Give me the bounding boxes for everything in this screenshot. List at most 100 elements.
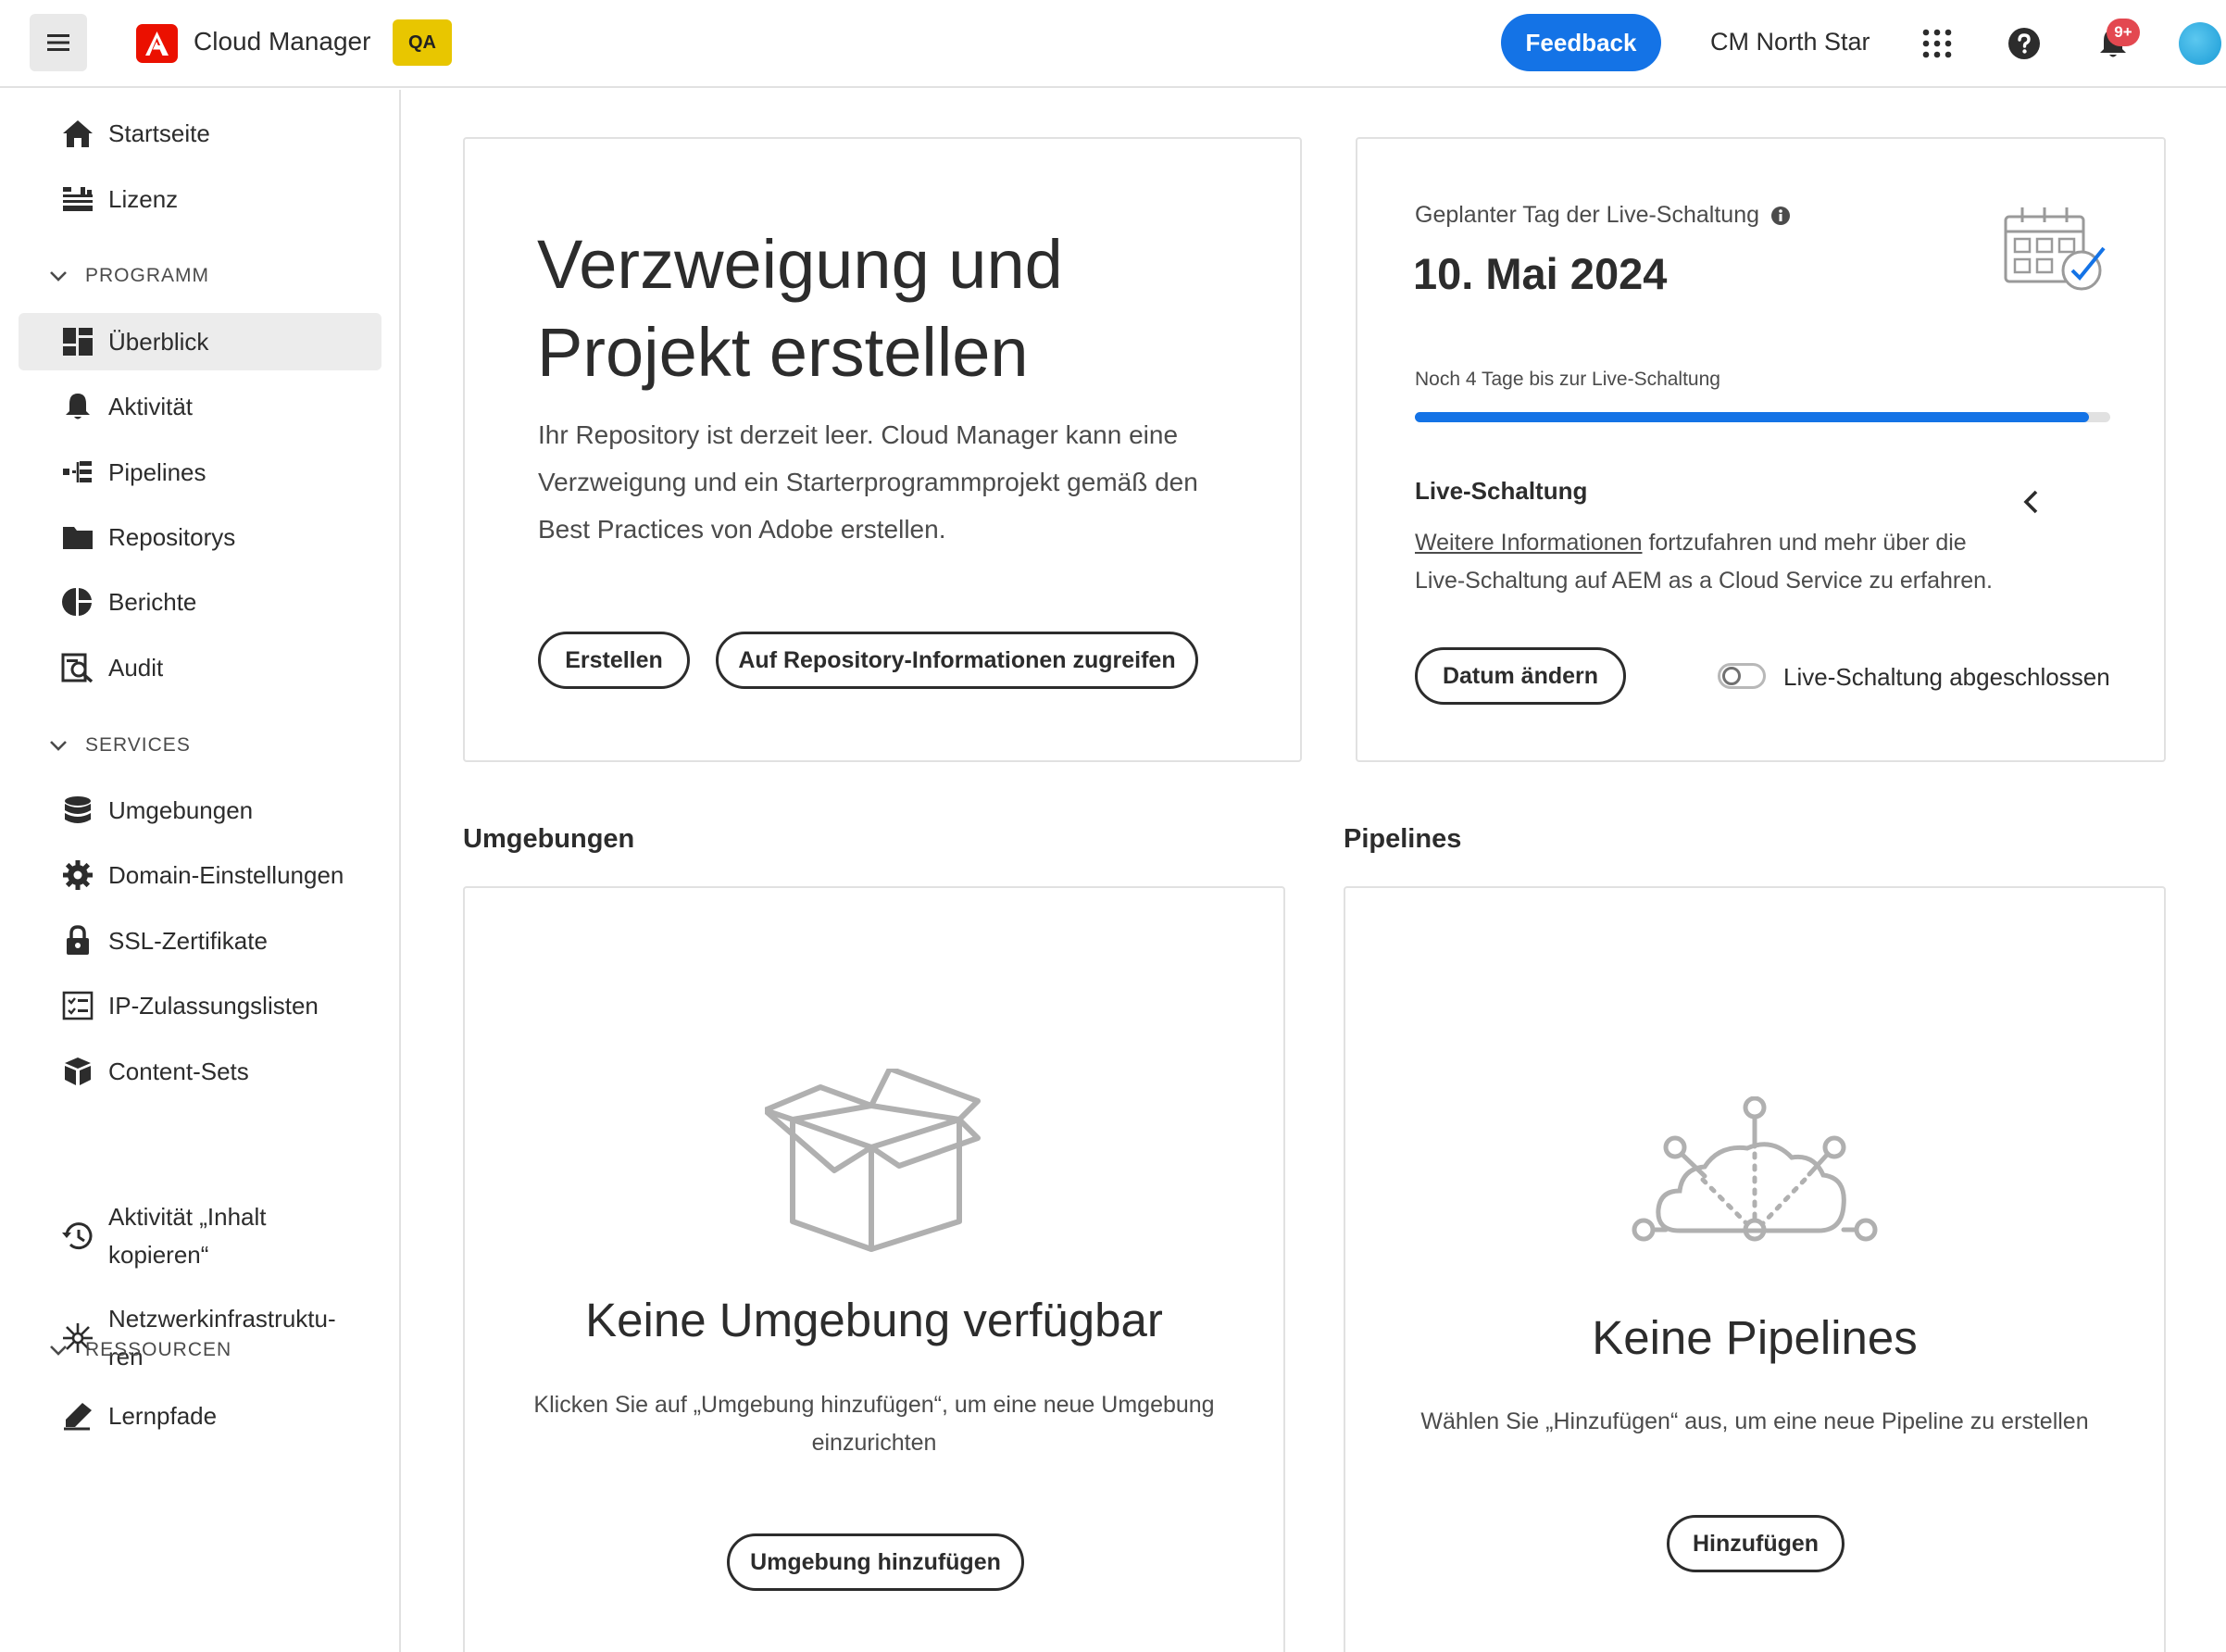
create-branch-card: Verzweigung und Projekt erstellen Ihr Re…	[463, 137, 1302, 762]
empty-pipelines-desc: Wählen Sie „Hinzufügen“ aus, um eine neu…	[1420, 1408, 2089, 1434]
sidebar-item-repositorys[interactable]: Repositorys	[19, 508, 381, 566]
toggle-knob	[1722, 667, 1741, 685]
sidebar-item-label: Content-Sets	[108, 1057, 249, 1085]
app-name[interactable]: Cloud Manager	[194, 27, 370, 56]
home-icon	[60, 116, 95, 151]
empty-pipelines-title: Keine Pipelines	[1592, 1311, 1918, 1364]
go-live-done-toggle[interactable]	[1718, 663, 1766, 689]
go-live-date-label: Geplanter Tag der Live-Schaltung	[1415, 202, 1791, 229]
cloud-pipeline-icon	[1632, 1096, 1878, 1242]
empty-environments-desc-line1: Klicken Sie auf „Umgebung hinzufügen“, u…	[533, 1392, 1215, 1418]
checklist-icon	[60, 988, 95, 1023]
change-date-button[interactable]: Datum ändern	[1415, 647, 1626, 705]
sidebar-item-ueberblick[interactable]: Überblick	[19, 313, 381, 370]
sidebar-item-domain-einstellungen[interactable]: Domain-Einstellungen	[19, 846, 381, 904]
go-live-progress-track	[1415, 412, 2110, 422]
sidebar-item-pipelines[interactable]: Pipelines	[19, 444, 381, 501]
card-description: Ihr Repository ist derzeit leer. Cloud M…	[538, 411, 1198, 553]
sidebar-item-ip-zulassungslisten[interactable]: IP-Zulassungslisten	[19, 977, 381, 1034]
lock-icon	[60, 923, 95, 958]
go-live-countdown: Noch 4 Tage bis zur Live-Schaltung	[1415, 369, 1720, 390]
learn-icon	[60, 1398, 95, 1433]
reports-icon	[60, 584, 95, 620]
pipelines-icon	[60, 455, 95, 490]
sidebar-item-umgebungen[interactable]: Umgebungen	[19, 782, 381, 839]
chevron-down-icon	[46, 733, 70, 757]
sidebar: Startseite Lizenz PROGRAMM Überblick Akt…	[0, 90, 401, 1652]
sidebar-item-label: Audit	[108, 653, 164, 682]
info-icon[interactable]	[1770, 206, 1791, 226]
add-environment-button[interactable]: Umgebung hinzufügen	[727, 1533, 1024, 1591]
sidebar-item-label: SSL-Zertifikate	[108, 926, 268, 955]
sidebar-item-label: Überblick	[108, 327, 209, 356]
feedback-button[interactable]: Feedback	[1501, 14, 1661, 71]
adobe-logo-icon[interactable]	[136, 24, 178, 63]
environment-badge: QA	[393, 19, 452, 66]
environments-section-title: Umgebungen	[463, 824, 635, 854]
sidebar-item-label: Repositorys	[108, 522, 236, 551]
boxes-icon	[60, 1054, 95, 1089]
section-title: PROGRAMM	[85, 265, 209, 286]
empty-environments-desc: Klicken Sie auf „Umgebung hinzufügen“, u…	[465, 1386, 1283, 1462]
chevron-down-icon	[46, 264, 70, 288]
go-live-label-text: Geplanter Tag der Live-Schaltung	[1415, 202, 1759, 228]
chevron-down-icon	[46, 1338, 70, 1362]
sidebar-item-lizenz[interactable]: Lizenz	[19, 170, 381, 228]
license-icon	[60, 181, 95, 217]
sidebar-item-label: Aktivität	[108, 392, 194, 420]
pipelines-section-title: Pipelines	[1344, 824, 1462, 854]
section-toggle-programm[interactable]: PROGRAMM	[46, 257, 209, 294]
sidebar-item-lernpfade[interactable]: Lernpfade	[19, 1387, 381, 1445]
menu-button[interactable]	[30, 14, 87, 71]
database-icon	[60, 793, 95, 828]
create-button[interactable]: Erstellen	[538, 632, 690, 689]
sidebar-item-inhalt-kopieren[interactable]: Aktivität „Inhalt kopieren“	[19, 1197, 381, 1275]
card-description-line1: Ihr Repository ist derzeit leer. Cloud M…	[538, 420, 1179, 449]
bell-icon	[60, 389, 95, 424]
empty-environments-title: Keine Umgebung verfügbar	[585, 1294, 1163, 1346]
card-title-line1: Verzweigung und	[537, 226, 1063, 303]
apps-grid-icon[interactable]	[1917, 23, 1957, 64]
org-switcher[interactable]: CM North Star	[1710, 28, 1870, 56]
sidebar-item-startseite[interactable]: Startseite	[19, 105, 381, 162]
calendar-check-icon	[2004, 207, 2106, 291]
go-live-section-title: Live-Schaltung	[1415, 477, 1588, 505]
top-bar: Cloud Manager QA Feedback CM North Star …	[0, 0, 2226, 88]
overview-icon	[60, 324, 95, 359]
empty-environments-desc-line2: einzurichten	[811, 1430, 937, 1456]
sidebar-item-ssl-zertifikate[interactable]: SSL-Zertifikate	[19, 912, 381, 970]
sidebar-item-label: Lizenz	[108, 184, 179, 213]
go-live-info-line1: Weitere Informationen fortzufahren und m…	[1415, 524, 1993, 562]
go-live-info: Weitere Informationen fortzufahren und m…	[1415, 524, 1993, 600]
card-description-line3: Best Practices von Adobe erstellen.	[538, 515, 946, 544]
empty-box-icon	[765, 1069, 981, 1252]
go-live-progress-fill	[1415, 412, 2090, 422]
sidebar-item-aktivitaet[interactable]: Aktivität	[19, 378, 381, 435]
card-description-line2: Verzweigung und ein Starterprogrammproje…	[538, 468, 1198, 496]
notification-count-badge: 9+	[2107, 19, 2140, 46]
card-title: Verzweigung und Projekt erstellen	[537, 220, 1063, 396]
more-info-link[interactable]: Weitere Informationen	[1415, 530, 1643, 556]
card-title-line2: Projekt erstellen	[537, 314, 1029, 391]
hamburger-icon	[47, 34, 69, 51]
sidebar-item-label: Pipelines	[108, 457, 206, 486]
repository-info-button[interactable]: Auf Repository-Informationen zugreifen	[716, 632, 1198, 689]
gear-icon	[60, 857, 95, 893]
chevron-left-icon[interactable]	[2021, 489, 2040, 515]
go-live-info-line2: Live-Schaltung auf AEM as a Cloud Servic…	[1415, 568, 1993, 594]
sidebar-item-berichte[interactable]: Berichte	[19, 573, 381, 631]
sidebar-item-label: Startseite	[108, 119, 210, 147]
section-toggle-services[interactable]: SERVICES	[46, 727, 191, 764]
help-icon[interactable]	[2004, 23, 2045, 64]
audit-icon	[60, 650, 95, 685]
sidebar-item-audit[interactable]: Audit	[19, 639, 381, 696]
section-toggle-ressourcen[interactable]: RESSOURCEN	[46, 1332, 231, 1369]
history-icon	[60, 1219, 95, 1254]
sidebar-item-label: Lernpfade	[108, 1401, 218, 1430]
sidebar-item-label: IP-Zulassungslisten	[108, 991, 319, 1020]
go-live-done-label: Live-Schaltung abgeschlossen	[1783, 663, 2110, 691]
sidebar-item-label-line2: kopieren“	[108, 1241, 209, 1269]
sidebar-item-content-sets[interactable]: Content-Sets	[19, 1043, 381, 1100]
avatar[interactable]	[2179, 22, 2221, 65]
add-pipeline-button[interactable]: Hinzufügen	[1667, 1515, 1845, 1572]
